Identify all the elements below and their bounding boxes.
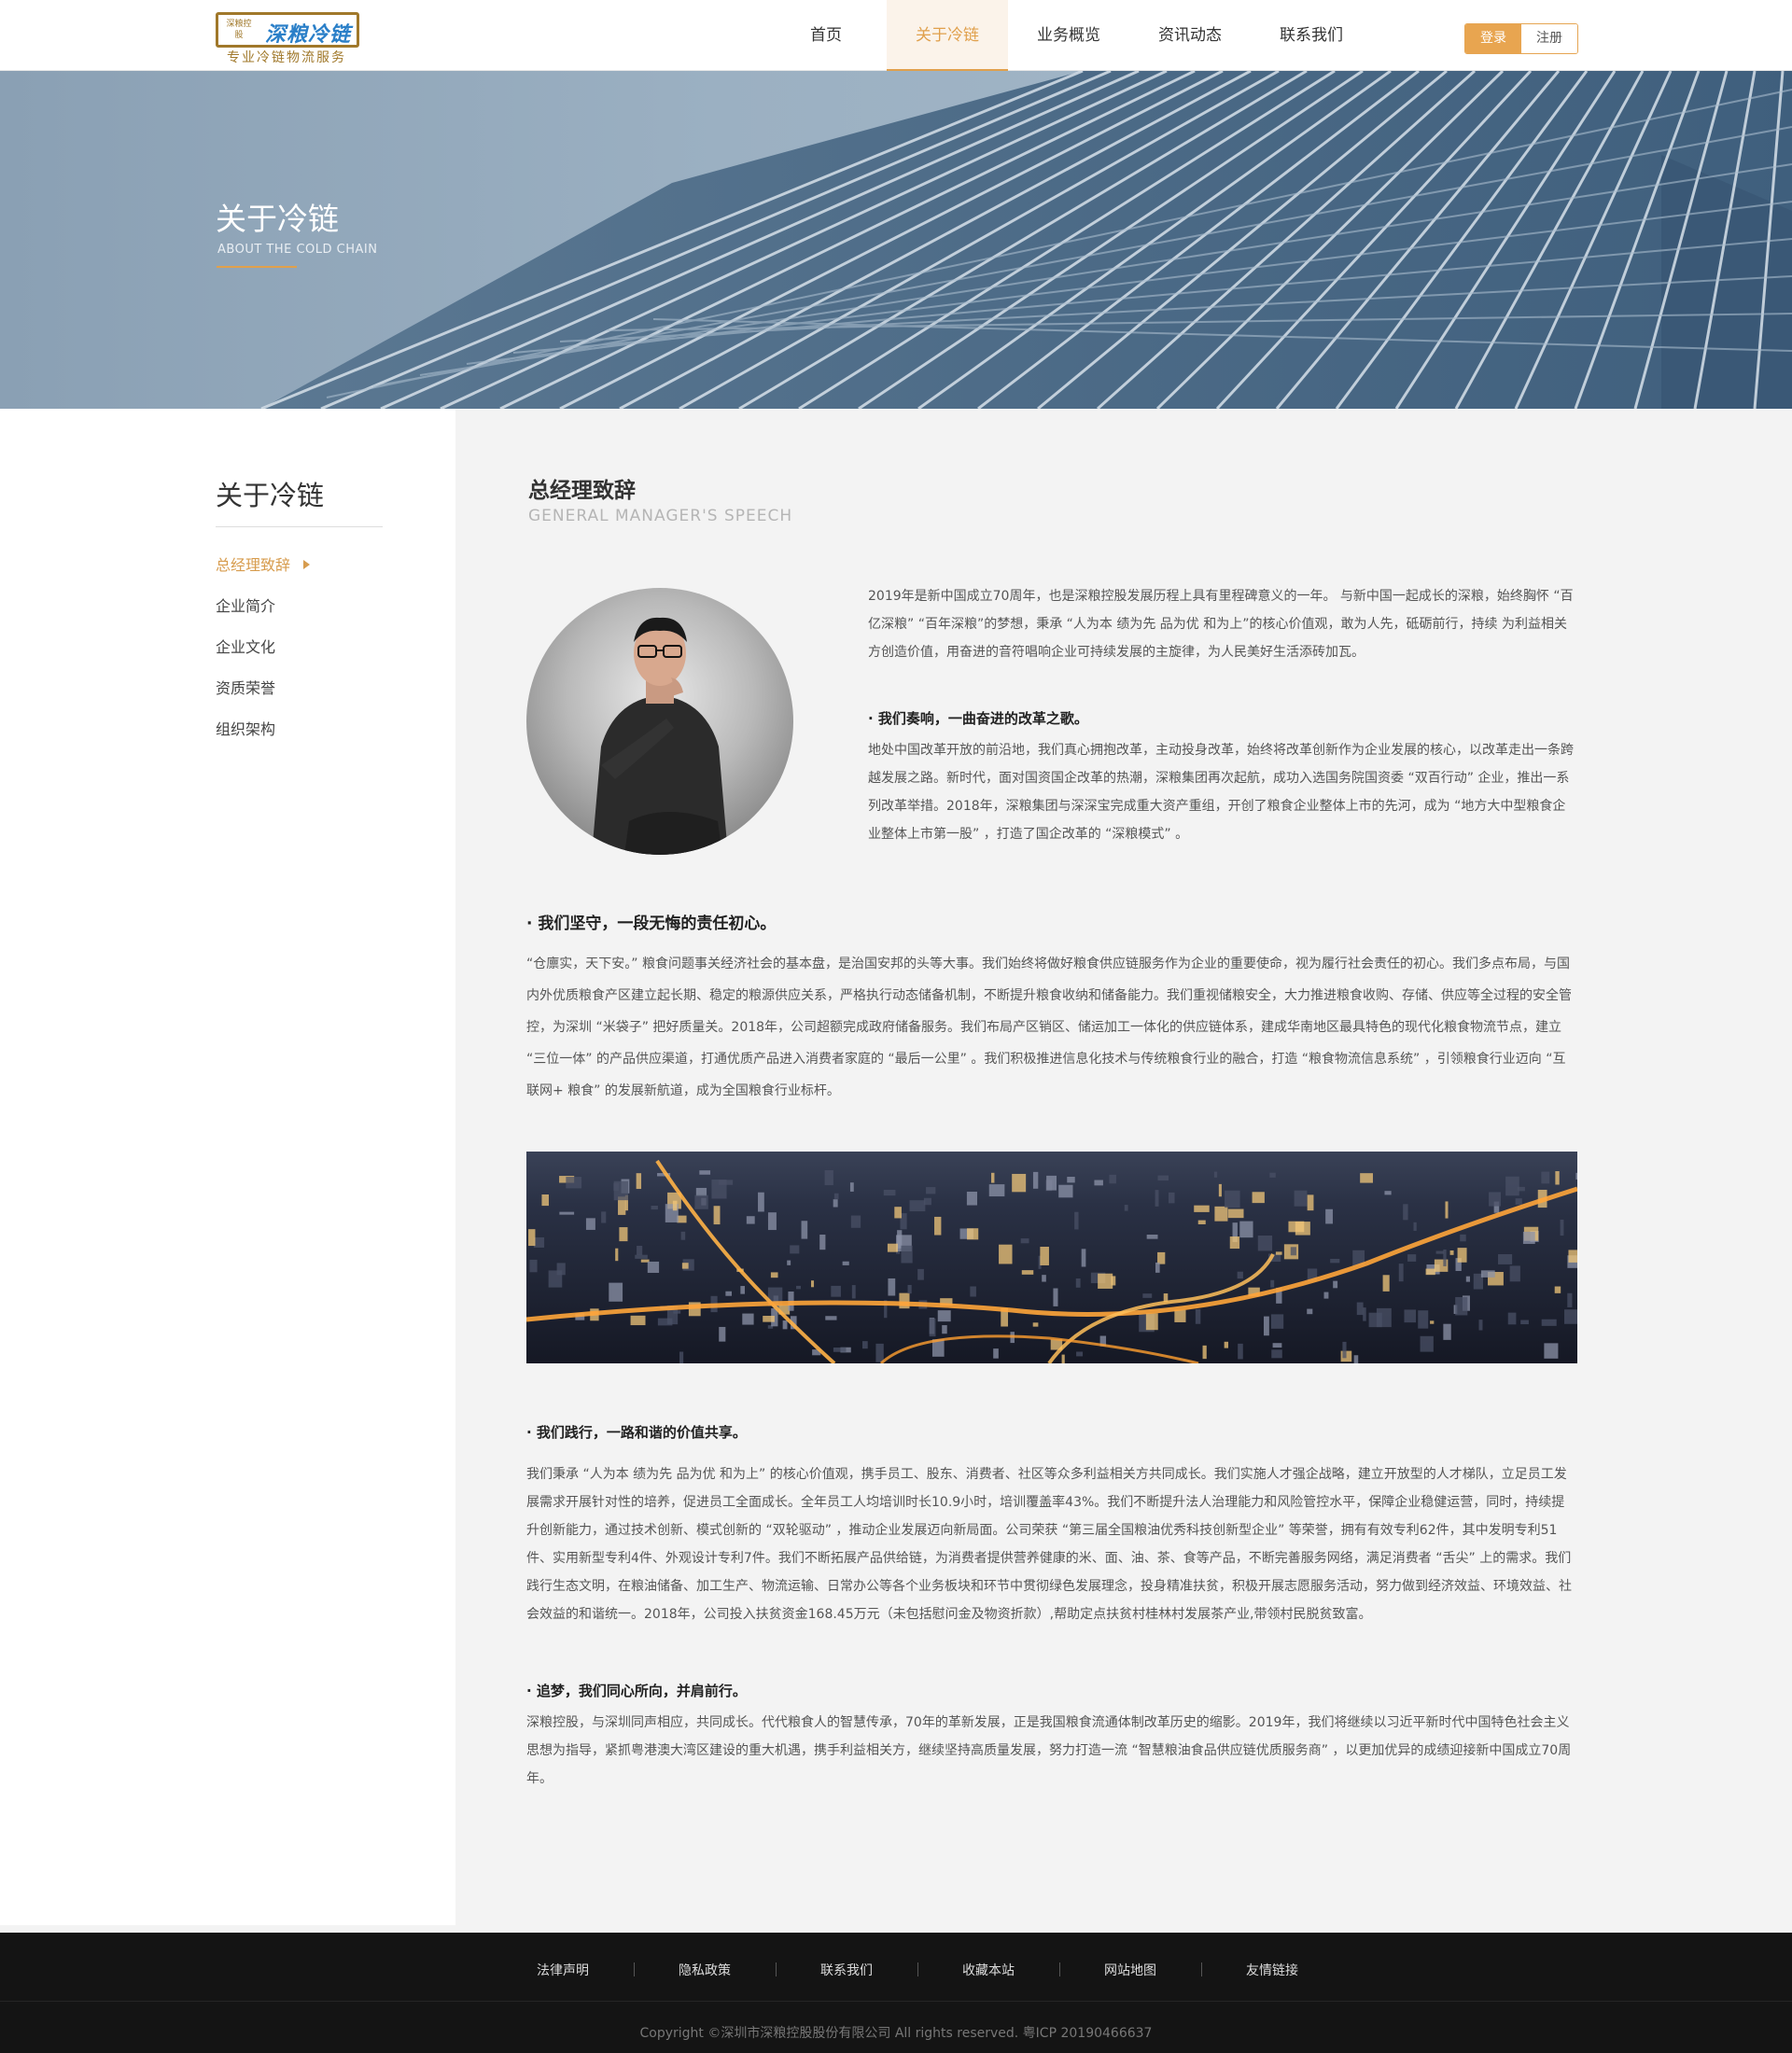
city-night-image — [526, 1152, 1577, 1363]
footer-link-privacy[interactable]: 隐私政策 — [634, 1961, 776, 1979]
sidebar-item-gm-speech[interactable]: 总经理致辞 — [216, 545, 311, 586]
page-title: 总经理致辞 — [528, 479, 636, 503]
page-subtitle: GENERAL MANAGER'S SPEECH — [528, 507, 793, 525]
register-button[interactable]: 注册 — [1521, 24, 1577, 53]
sidebar-item-organization[interactable]: 组织架构 — [216, 709, 310, 750]
sidebar-menu: 总经理致辞 企业简介 企业文化 资质荣誉 组织架构 — [216, 545, 311, 750]
sidebar-title: 关于冷链 — [216, 474, 383, 527]
sidebar-item-culture[interactable]: 企业文化 — [216, 627, 310, 668]
section-heading-dream: · 追梦，我们同心所向，并肩前行。 — [526, 1683, 747, 1699]
copyright-text: Copyright ©深圳市深粮控股股份有限公司 All rights rese… — [639, 2026, 1153, 2041]
logo-title: 深粮冷链 — [265, 23, 352, 47]
main-nav: 首页 关于冷链 业务概览 资讯动态 联系我们 — [765, 0, 1372, 71]
hero-banner: 关于冷链 ABOUT THE COLD CHAIN — [0, 71, 1792, 409]
nav-item-home[interactable]: 首页 — [765, 0, 887, 71]
footer-link-bookmark[interactable]: 收藏本站 — [917, 1961, 1059, 1979]
sidebar-item-label: 总经理致辞 — [216, 556, 291, 574]
section-heading-responsibility: · 我们坚守，一段无悔的责任初心。 — [526, 915, 777, 933]
logo-frame: 深粮控股 深粮冷链 — [216, 12, 359, 48]
section-body-reform: 地处中国改革开放的前沿地，我们真心拥抱改革，主动投身改革，始终将改革创新作为企业… — [868, 743, 1574, 842]
footer-link-sitemap[interactable]: 网站地图 — [1059, 1961, 1201, 1979]
site-footer: 法律声明 隐私政策 联系我们 收藏本站 网站地图 友情链接 Copyright … — [0, 1933, 1792, 2053]
footer-divider — [0, 2001, 1792, 2002]
nav-item-about[interactable]: 关于冷链 — [887, 0, 1008, 71]
section-heading-reform: · 我们奏响，一曲奋进的改革之歌。 — [868, 710, 1088, 727]
section-body-dream: 深粮控股，与深圳同声相应，共同成长。代代粮食人的智慧传承，70年的革新发展，正是… — [526, 1715, 1572, 1786]
intro-paragraph: 2019年是新中国成立70周年，也是深粮控股发展历程上具有里程碑意义的一年。 与… — [868, 589, 1574, 660]
main-content: 总经理致辞 GENERAL MANAGER'S SPEECH 2019年是新中国… — [455, 409, 1792, 1925]
sidebar: 关于冷链 总经理致辞 企业简介 企业文化 资质荣誉 组织架构 — [0, 409, 455, 1925]
banner-title: 关于冷链 — [216, 201, 339, 237]
site-header: 深粮控股 深粮冷链 专业冷链物流服务 首页 关于冷链 业务概览 资讯动态 联系我… — [0, 0, 1792, 71]
footer-link-contact[interactable]: 联系我们 — [776, 1961, 917, 1979]
site-logo[interactable]: 深粮控股 深粮冷链 专业冷链物流服务 — [216, 12, 359, 65]
nav-item-business[interactable]: 业务概览 — [1008, 0, 1129, 71]
sidebar-item-profile[interactable]: 企业简介 — [216, 586, 310, 627]
banner-accent-line — [217, 266, 297, 268]
nav-item-contact[interactable]: 联系我们 — [1251, 0, 1372, 71]
banner-subtitle: ABOUT THE COLD CHAIN — [217, 243, 378, 257]
footer-link-friends[interactable]: 友情链接 — [1201, 1961, 1343, 1979]
login-button[interactable]: 登录 — [1465, 24, 1521, 53]
auth-buttons: 登录 注册 — [1464, 23, 1578, 54]
logo-emblem: 深粮控股 — [226, 20, 252, 40]
footer-link-legal[interactable]: 法律声明 — [492, 1961, 634, 1979]
gm-portrait — [526, 588, 793, 855]
section-heading-value: · 我们践行，一路和谐的价值共享。 — [526, 1424, 747, 1441]
sidebar-item-honors[interactable]: 资质荣誉 — [216, 668, 310, 709]
building-illustration — [260, 71, 1792, 409]
section-body-value: 我们秉承 “人为本 绩为先 品为优 和为上” 的核心价值观，携手员工、股东、消费… — [526, 1467, 1572, 1622]
triangle-right-icon — [303, 559, 311, 569]
section-body-responsibility: “仓廪实，天下安。” 粮食问题事关经济社会的基本盘，是治国安邦的头等大事。我们始… — [526, 957, 1572, 1098]
logo-subtitle: 专业冷链物流服务 — [227, 50, 346, 65]
nav-item-news[interactable]: 资讯动态 — [1129, 0, 1251, 71]
footer-links: 法律声明 隐私政策 联系我们 收藏本站 网站地图 友情链接 — [492, 1961, 1343, 1979]
